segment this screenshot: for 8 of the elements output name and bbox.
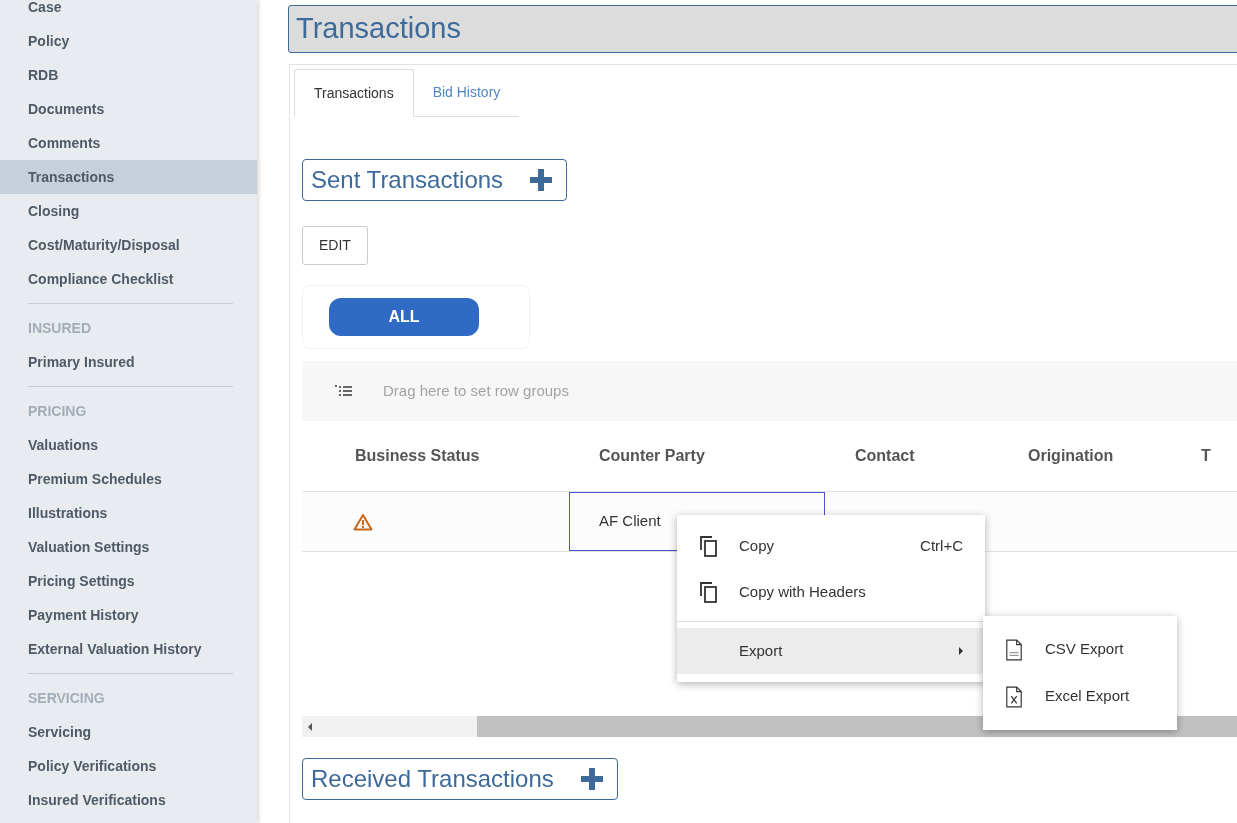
section-heading: INSURED xyxy=(27,318,92,338)
section-heading: PRICING xyxy=(27,401,88,421)
section-heading: SERVICING xyxy=(27,688,106,708)
section-title: Received Transactions xyxy=(311,764,554,794)
shortcut-label: Ctrl+C xyxy=(920,535,963,556)
section-title: Sent Transactions xyxy=(311,165,504,195)
page-title: Transactions xyxy=(288,5,1237,53)
row-group-placeholder: Drag here to set row groups xyxy=(383,380,569,401)
